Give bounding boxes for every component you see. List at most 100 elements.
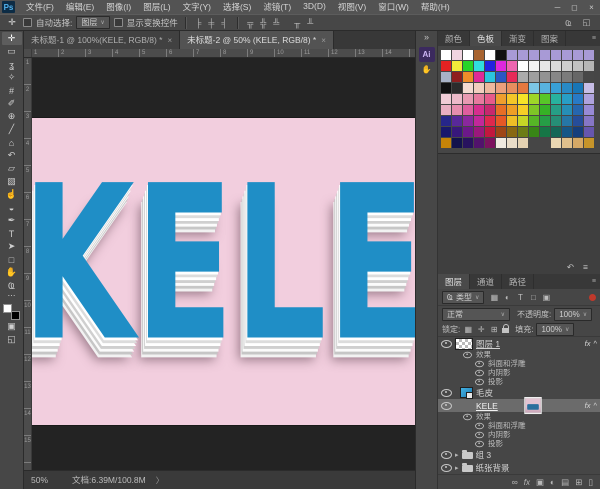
color-swatch[interactable] [485, 94, 495, 104]
quick-selection-tool-icon[interactable]: ✧ [2, 71, 22, 84]
align-right-icon[interactable]: ╡ [219, 18, 230, 28]
eyedropper-tool-icon[interactable]: ✐ [2, 97, 22, 110]
color-swatch[interactable] [540, 61, 550, 71]
color-swatch[interactable] [474, 61, 484, 71]
path-selection-tool-icon[interactable]: ➤ [2, 240, 22, 253]
color-swatch[interactable] [496, 116, 506, 126]
show-transform-checkbox[interactable] [114, 18, 123, 27]
gradient-tool-icon[interactable]: ▧ [2, 175, 22, 188]
color-swatch[interactable] [540, 83, 550, 93]
color-swatch[interactable] [463, 94, 473, 104]
color-swatch[interactable] [496, 61, 506, 71]
libraries-panel-icon[interactable]: Ai [419, 47, 435, 62]
filter-shape-layers-icon[interactable]: □ [528, 293, 538, 302]
swatches-tab[interactable]: 色板 [470, 31, 502, 46]
menu-item[interactable]: 编辑(E) [60, 1, 100, 13]
adjustment-layer-icon[interactable]: ◐ [550, 477, 555, 487]
layer-effect-row[interactable]: 投影 [438, 439, 600, 448]
layer-effect-row[interactable]: 斜面和浮雕 [438, 359, 600, 368]
color-swatch[interactable] [463, 116, 473, 126]
layers-tab[interactable]: 路径 [502, 274, 534, 289]
color-swatch[interactable] [507, 83, 517, 93]
color-swatch[interactable] [496, 127, 506, 137]
type-tool-icon[interactable]: T [2, 227, 22, 240]
color-swatch[interactable] [551, 105, 561, 115]
color-swatch[interactable] [463, 50, 473, 60]
learn-panel-icon[interactable]: ✋ [419, 62, 435, 77]
visibility-eye-icon[interactable] [475, 360, 484, 366]
swatches-tab[interactable]: 图案 [534, 31, 566, 46]
visibility-eye-icon[interactable] [441, 389, 452, 397]
lock-transparency-icon[interactable]: ▦ [463, 325, 473, 334]
color-swatch[interactable] [529, 116, 539, 126]
color-swatch[interactable] [463, 138, 473, 148]
color-swatch[interactable] [485, 83, 495, 93]
color-swatch[interactable] [452, 50, 462, 60]
layers-menu-icon[interactable]: ≡ [592, 274, 600, 289]
color-swatch[interactable] [474, 72, 484, 82]
layer-row[interactable]: KELEfx^ [438, 399, 600, 412]
menu-item[interactable]: 图层(L) [137, 1, 176, 13]
new-layer-icon[interactable]: ⊞ [575, 477, 582, 488]
layer-thumbnail[interactable] [460, 387, 473, 398]
visibility-eye-icon[interactable] [475, 422, 484, 428]
color-swatch[interactable] [518, 83, 528, 93]
layer-effect-row[interactable]: 斜面和浮雕 [438, 421, 600, 430]
document-canvas[interactable]: KELE [32, 118, 415, 425]
status-chevron-icon[interactable]: 〉 [156, 475, 164, 486]
screen-mode-icon[interactable]: ◱ [2, 333, 22, 346]
zoom-level-field[interactable]: 50% [31, 475, 48, 485]
swatches-tab[interactable]: 渐变 [502, 31, 534, 46]
collapse-fx-icon[interactable]: ^ [593, 401, 597, 410]
visibility-eye-icon[interactable] [475, 378, 484, 384]
color-swatch[interactable] [441, 83, 451, 93]
color-swatch[interactable] [551, 94, 561, 104]
color-swatch[interactable] [551, 50, 561, 60]
visibility-eye-icon[interactable] [441, 402, 452, 410]
swatches-menu-icon[interactable]: ≡ [592, 31, 600, 46]
color-swatch[interactable] [452, 94, 462, 104]
move-tool-icon[interactable]: ✛ [2, 32, 22, 45]
foreground-color-swatch[interactable] [3, 304, 12, 313]
lasso-tool-icon[interactable]: ʓ [2, 58, 22, 71]
menu-item[interactable]: 滤镜(T) [257, 1, 297, 13]
color-swatch[interactable] [474, 138, 484, 148]
color-swatch[interactable] [562, 94, 572, 104]
menu-item[interactable]: 3D(D) [297, 1, 332, 13]
document-tab[interactable]: 未标题-2 @ 50% (KELE, RGB/8) *× [180, 31, 334, 49]
distribute-vertical-icon[interactable]: ╨ [305, 18, 316, 28]
shape-tool-icon[interactable]: □ [2, 253, 22, 266]
search-icon[interactable]: Ҩ [563, 18, 574, 28]
visibility-eye-icon[interactable] [441, 340, 452, 348]
color-swatch[interactable] [474, 83, 484, 93]
layer-effect-row[interactable]: 内阴影 [438, 430, 600, 439]
lock-position-icon[interactable]: ✛ [476, 325, 486, 334]
color-swatch[interactable] [573, 50, 583, 60]
color-swatch[interactable] [485, 138, 495, 148]
color-swatch[interactable] [496, 94, 506, 104]
color-swatch[interactable] [485, 61, 495, 71]
color-swatch[interactable] [474, 127, 484, 137]
canvas-pasteboard[interactable]: KELE [32, 58, 415, 470]
color-swatch[interactable] [540, 72, 550, 82]
color-swatch[interactable] [485, 72, 495, 82]
color-swatch[interactable] [529, 94, 539, 104]
color-swatch[interactable] [485, 50, 495, 60]
color-swatch[interactable] [529, 83, 539, 93]
color-swatch[interactable] [507, 94, 517, 104]
menu-item[interactable]: 窗口(W) [372, 1, 415, 13]
color-swatch[interactable] [529, 105, 539, 115]
color-swatch[interactable] [562, 50, 572, 60]
distribute-horizontal-icon[interactable]: ╥ [292, 18, 303, 28]
quick-mask-icon[interactable]: ▣ [2, 320, 22, 333]
color-swatch[interactable] [463, 105, 473, 115]
color-swatch[interactable] [584, 83, 594, 93]
expand-caret-icon[interactable]: ▸ [455, 451, 459, 459]
add-layer-mask-icon[interactable]: ▣ [536, 477, 544, 488]
color-swatch[interactable] [551, 61, 561, 71]
collapse-fx-icon[interactable]: ^ [593, 339, 597, 348]
color-swatch[interactable] [474, 94, 484, 104]
color-swatch[interactable] [496, 105, 506, 115]
layer-name[interactable]: 图层 1 [476, 338, 500, 350]
workspace-switcher-icon[interactable]: ◱ [581, 17, 592, 28]
